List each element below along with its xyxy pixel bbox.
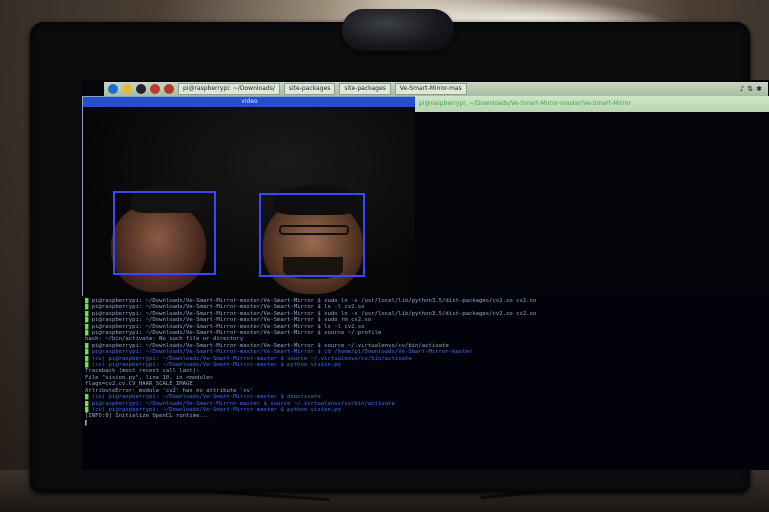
camera-window-title[interactable]: video: [83, 97, 416, 107]
face-detection-box: [259, 193, 365, 277]
app-icon[interactable]: [164, 84, 174, 94]
taskbar-task[interactable]: Ve-Smart-Mirror-mas: [394, 83, 467, 95]
taskbar: pi@raspberrypi: ~/Downloads/ site-packag…: [104, 82, 768, 96]
volume-icon[interactable]: ♪: [740, 85, 744, 93]
taskbar-task[interactable]: site-packages: [283, 83, 336, 95]
face-detection-box: [113, 191, 216, 275]
camera-window[interactable]: video: [82, 96, 417, 298]
terminal-cursor: ▌: [85, 419, 89, 426]
taskbar-task[interactable]: site-packages: [339, 83, 391, 95]
terminal-output[interactable]: █ pi@raspberrypi: ~/Downloads/Ve-Smart-M…: [82, 296, 769, 470]
browser-icon[interactable]: [150, 84, 160, 94]
webcam: [342, 9, 454, 51]
folder-icon[interactable]: [122, 84, 132, 94]
taskbar-task[interactable]: pi@raspberrypi: ~/Downloads/: [178, 83, 280, 95]
menu-icon[interactable]: [108, 84, 118, 94]
terminal-title-bar[interactable]: pi@raspberrypi: ~/Downloads/Ve-Smart-Mir…: [415, 96, 769, 112]
monitor: pi@raspberrypi: ~/Downloads/ site-packag…: [30, 22, 769, 492]
network-icon[interactable]: ⇅: [747, 85, 753, 93]
system-tray: ♪ ⇅ ✱: [740, 85, 768, 93]
camera-feed: [83, 107, 416, 297]
terminal-window-top: [415, 112, 769, 296]
monitor-screen: pi@raspberrypi: ~/Downloads/ site-packag…: [82, 80, 769, 470]
bluetooth-icon[interactable]: ✱: [756, 85, 762, 93]
terminal-icon[interactable]: [136, 84, 146, 94]
